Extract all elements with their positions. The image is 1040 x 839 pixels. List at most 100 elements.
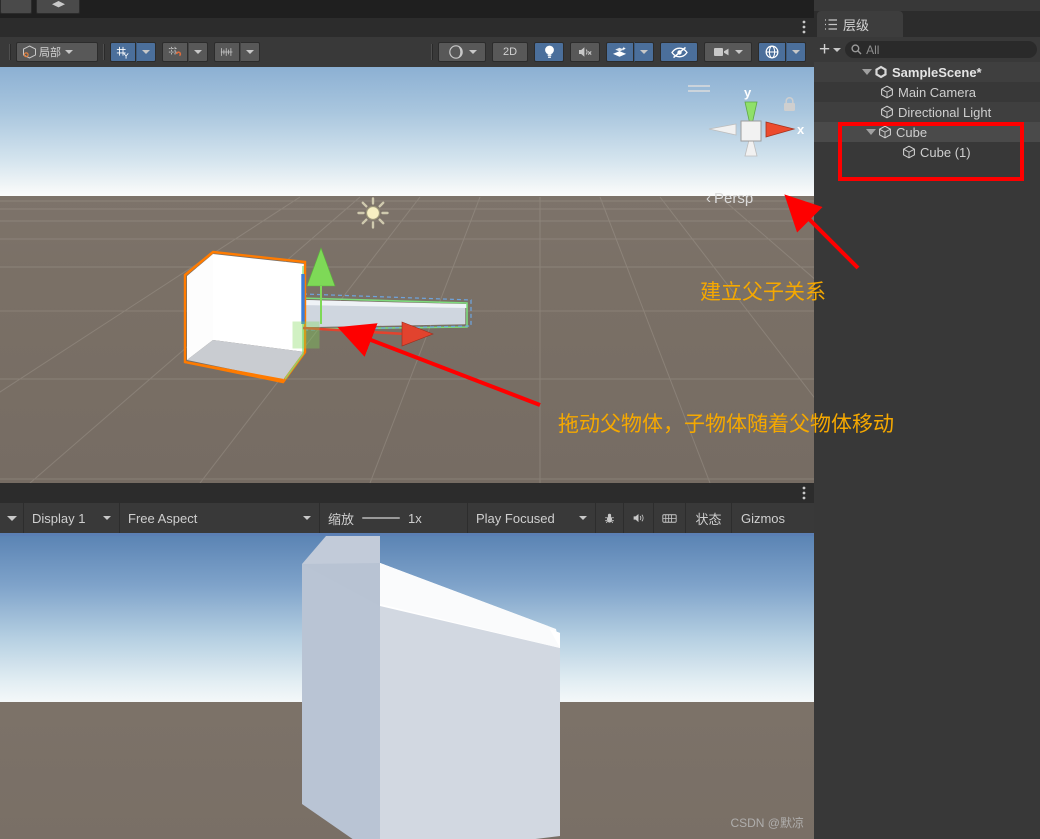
- gizmo-axis-y-label: y: [744, 85, 752, 100]
- game-gizmos-label: Gizmos: [740, 510, 786, 526]
- directional-light-gizmo[interactable]: [356, 196, 390, 230]
- gizmo-plane-handle: [292, 321, 320, 349]
- toolbar-divider: [9, 44, 11, 60]
- game-gizmos-button[interactable]: Gizmos: [732, 503, 794, 533]
- audio-mute-icon: [579, 47, 592, 57]
- scene-hidden-objects-button[interactable]: [660, 42, 698, 62]
- hierarchy-row-main-camera[interactable]: Main Camera: [814, 82, 1040, 102]
- game-toolbar: Display 1 Free Aspect 缩放 1x Play Focused: [0, 503, 814, 533]
- game-objects: [302, 536, 560, 839]
- game-display-dropdown[interactable]: Display 1: [24, 503, 120, 533]
- pivot-rotation-button[interactable]: 局部: [16, 42, 98, 62]
- scale-slider-track[interactable]: [362, 517, 401, 519]
- scene-camera-button[interactable]: [704, 42, 752, 62]
- game-stats-button[interactable]: 状态: [686, 503, 732, 533]
- chevron-down-icon: [468, 50, 477, 54]
- gizmo-arrow-y: [306, 247, 336, 287]
- chevron-down-icon: [735, 50, 743, 54]
- game-play-mode-dropdown[interactable]: Play Focused: [468, 503, 596, 533]
- scene-overflow-menu-button[interactable]: [802, 19, 806, 35]
- chevron-down-icon: [579, 516, 587, 520]
- chevron-down-icon[interactable]: [866, 129, 876, 135]
- gizmo-grip-lines: [688, 85, 710, 92]
- scene-objects[interactable]: [175, 232, 535, 432]
- toolbar-divider-3: [431, 44, 433, 60]
- hierarchy-tab-label: 层级: [843, 17, 870, 33]
- grid-axis-button[interactable]: [110, 42, 136, 62]
- game-mute-button[interactable]: [624, 503, 654, 533]
- grid-axis-y-icon: [116, 46, 129, 59]
- chevron-down-icon[interactable]: [862, 69, 872, 75]
- hierarchy-row-cube-1[interactable]: Cube (1): [814, 142, 1040, 162]
- light-bulb-icon: [544, 45, 554, 58]
- game-debug-button[interactable]: [596, 503, 624, 533]
- game-aspect-label: Free Aspect: [128, 510, 198, 526]
- gizmo-center-cube: [740, 120, 762, 142]
- hierarchy-tree[interactable]: SampleScene* Main Camera Directional Lig…: [814, 62, 1040, 839]
- hierarchy-search-field[interactable]: All: [845, 41, 1037, 58]
- scene-fx-dropdown[interactable]: [634, 42, 654, 62]
- hierarchy-add-button[interactable]: +: [819, 38, 842, 60]
- increment-snap-dropdown[interactable]: [240, 42, 260, 62]
- toolbar-button-left-1[interactable]: [0, 0, 32, 14]
- hierarchy-item-label: Main Camera: [898, 84, 977, 100]
- hierarchy-row-scene[interactable]: SampleScene*: [814, 62, 1040, 82]
- directional-light-icon: [357, 197, 389, 229]
- parent-cube-game: [302, 536, 560, 839]
- gizmo-cone-x-neg: [708, 123, 737, 136]
- scene-orientation-gizmo[interactable]: y x ‹ Persp: [685, 77, 808, 207]
- mode-2d-button[interactable]: 2D: [492, 42, 528, 62]
- scene-fx-button[interactable]: [606, 42, 634, 62]
- toolbar-button-left-2[interactable]: [36, 0, 80, 14]
- tab-hierarchy[interactable]: 层级: [817, 11, 903, 37]
- watermark: CSDN @默凉: [730, 816, 804, 830]
- game-stats-label: 状态: [695, 511, 722, 527]
- eye-slash-icon: [670, 46, 688, 58]
- chevron-down-icon: [640, 50, 648, 54]
- snap-button[interactable]: [162, 42, 188, 62]
- increment-snap-icon: [220, 48, 233, 56]
- grid-axis-dropdown[interactable]: [136, 42, 156, 62]
- hierarchy-list-icon: [825, 18, 837, 30]
- projection-label[interactable]: Persp: [714, 190, 753, 207]
- gizmo-cone-x: [765, 121, 796, 138]
- chevron-down-icon: [194, 50, 202, 54]
- hierarchy-row-cube[interactable]: Cube: [814, 122, 1040, 142]
- drag-handle-icon: [685, 77, 691, 80]
- hierarchy-row-directional-light[interactable]: Directional Light: [814, 102, 1040, 122]
- pivot-cube-icon: [23, 45, 36, 59]
- game-overflow-menu-button[interactable]: [802, 485, 806, 501]
- scene-tab-row: [0, 18, 814, 37]
- toolbar-divider-2: [103, 44, 105, 60]
- scene-audio-button[interactable]: [570, 42, 600, 62]
- draw-mode-button[interactable]: [438, 42, 486, 62]
- chevron-down-icon: [833, 47, 842, 52]
- gizmo-arrow-x: [401, 321, 434, 347]
- parent-cube-mesh: [187, 254, 305, 380]
- shaded-sphere-icon: [448, 45, 463, 59]
- effects-icon: [612, 46, 627, 57]
- perspective-toggle-chevron: ‹: [706, 190, 711, 207]
- stats-grid-icon: [662, 513, 677, 523]
- game-display-label: Display 1: [32, 510, 86, 526]
- scene-lighting-button[interactable]: [534, 42, 564, 62]
- game-scale-slider[interactable]: 缩放 1x: [320, 503, 468, 533]
- game-left-dropdown[interactable]: [0, 503, 24, 533]
- search-icon: [851, 44, 862, 55]
- hierarchy-add-label: +: [819, 38, 831, 60]
- game-stats-grid-button[interactable]: [654, 503, 686, 533]
- game-play-mode-label: Play Focused: [476, 510, 555, 526]
- scene-camera-icon: [714, 48, 729, 56]
- game-viewport[interactable]: CSDN @默凉: [0, 536, 814, 839]
- increment-snap-button[interactable]: [214, 42, 240, 62]
- scene-gizmos-dropdown[interactable]: [786, 42, 806, 62]
- gameobject-cube-icon: [903, 145, 915, 159]
- snap-dropdown[interactable]: [188, 42, 208, 62]
- game-aspect-dropdown[interactable]: Free Aspect: [120, 503, 320, 533]
- magnet-snap-icon: [168, 46, 182, 56]
- chevron-down-icon: [103, 516, 111, 520]
- scene-gizmos-button[interactable]: [758, 42, 786, 62]
- unity-editor-window: 局部 2D y x ‹ Persp Display 1 Free Aspect …: [0, 0, 1040, 839]
- layers-icon: [51, 1, 65, 8]
- chevron-down-icon: [792, 50, 800, 54]
